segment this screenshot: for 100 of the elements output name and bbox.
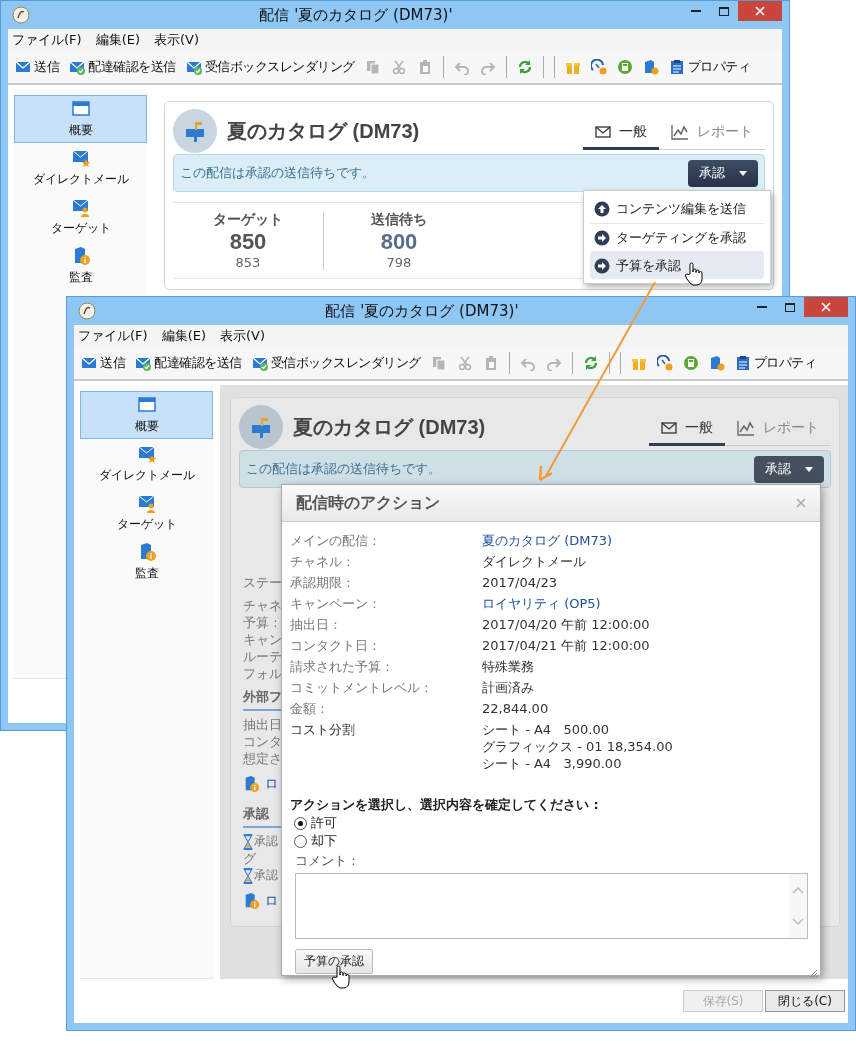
- field-label: 承認期限 :: [290, 574, 352, 591]
- hourglass-icon: [243, 833, 253, 850]
- resize-grip-icon[interactable]: [808, 968, 818, 978]
- envelope-person-icon: [70, 197, 91, 217]
- sidebar-item[interactable]: ターゲット: [80, 489, 213, 537]
- field-value: 2017/04/23: [482, 574, 558, 591]
- document-tag-icon[interactable]: [708, 355, 725, 371]
- approval-item: 承認: [254, 833, 278, 850]
- line-chart-icon: [671, 124, 689, 140]
- sidebar-item[interactable]: ダイレクトメール: [80, 440, 213, 488]
- gauge-plus-icon[interactable]: [656, 355, 673, 371]
- sidebar-item[interactable]: 監査: [14, 242, 147, 290]
- close-icon: [821, 302, 831, 312]
- menu-item[interactable]: コンテンツ編集を送信: [590, 195, 764, 223]
- radio-option[interactable]: 却下: [294, 832, 808, 850]
- hourglass-icon: [243, 867, 253, 884]
- tab[interactable]: 一般: [649, 419, 725, 446]
- field-value: 22,844.00: [482, 700, 550, 717]
- banner-text: この配信は承認の送信待ちです。: [246, 460, 441, 478]
- maximize-icon: [785, 302, 795, 312]
- delivery-title: 夏のカタログ (DM73): [227, 118, 421, 144]
- mailbox-icon: [250, 416, 272, 438]
- sidebar-item[interactable]: ターゲット: [14, 193, 147, 241]
- tab[interactable]: レポート: [659, 123, 765, 150]
- envelope-icon: [595, 126, 611, 138]
- properties-button[interactable]: プロパティ: [665, 58, 753, 76]
- comment-label: コメント :: [295, 852, 357, 870]
- field-label: コスト分割: [290, 721, 356, 739]
- log-link[interactable]: ロ: [265, 775, 278, 793]
- log-link[interactable]: ロ: [265, 892, 278, 910]
- envelope-star-icon: [136, 444, 157, 464]
- inbox-button[interactable]: 受信ボックスレンダリング: [248, 354, 424, 372]
- field-value: 2017/04/21 午前 12:00:00: [482, 637, 651, 654]
- field-link[interactable]: 夏のカタログ (DM73): [482, 532, 808, 549]
- menu-item[interactable]: ファイル(F): [12, 31, 82, 49]
- field-label: 想定さ: [243, 750, 282, 767]
- menu-item[interactable]: 編集(E): [95, 31, 140, 49]
- menu-item[interactable]: 予算を承認: [590, 251, 764, 279]
- field-label: 予算 :: [243, 614, 278, 631]
- sidebar-item[interactable]: 概要: [80, 391, 213, 439]
- sidebar-item[interactable]: ダイレクトメール: [14, 144, 147, 192]
- stat-label: ターゲット: [213, 211, 283, 229]
- confirm-button[interactable]: 予算の承認: [295, 949, 373, 974]
- envelope-person-icon: [136, 493, 157, 513]
- field-label: コンタ: [243, 733, 282, 750]
- proof-button[interactable]: 配達確認を送信: [66, 58, 179, 76]
- radio-option[interactable]: 許可: [294, 814, 808, 832]
- menu-item[interactable]: ファイル(F): [78, 327, 148, 345]
- arrow-right-icon: [594, 229, 610, 246]
- minimize-icon: [757, 306, 767, 308]
- sidebar-item[interactable]: 概要: [14, 95, 147, 143]
- refresh-icon[interactable]: [516, 59, 533, 75]
- comment-field[interactable]: [295, 873, 808, 939]
- send-button[interactable]: 送信: [78, 354, 128, 372]
- stat-subvalue: 798: [386, 255, 412, 270]
- radio-icon[interactable]: [294, 834, 307, 848]
- dialog-title: 配信時のアクション: [296, 492, 440, 514]
- field-value: 特殊業務: [482, 658, 535, 675]
- scroll-up-icon[interactable]: [792, 886, 804, 894]
- close-window-button[interactable]: 閉じる(C): [765, 990, 845, 1012]
- approve-button[interactable]: 承認: [754, 455, 824, 483]
- properties-button[interactable]: プロパティ: [731, 354, 819, 372]
- gauge-plus-icon[interactable]: [590, 59, 607, 75]
- envelope-check-icon: [185, 59, 202, 75]
- document-info-icon: [243, 775, 261, 793]
- window-title: 配信 '夏のカタログ (DM73)': [324, 301, 520, 321]
- window-title: 配信 '夏のカタログ (DM73)': [258, 5, 454, 25]
- field-value: 2017/04/20 午前 12:00:00: [482, 616, 651, 633]
- tab[interactable]: 一般: [583, 123, 659, 150]
- stat-value: 800: [380, 229, 418, 255]
- radio-icon[interactable]: [294, 816, 307, 830]
- clipboard-icon: [668, 59, 685, 75]
- cost-line: グラフィックス - 01 18,354.00: [482, 738, 674, 755]
- field-label: 抽出日 :: [290, 616, 339, 633]
- approval-item: 承認: [254, 867, 278, 884]
- menu-item[interactable]: 編集(E): [161, 327, 206, 345]
- arrow-up-icon: [594, 201, 610, 217]
- approve-button[interactable]: 承認: [688, 159, 758, 187]
- close-icon: [755, 6, 765, 16]
- sidebar-item[interactable]: 監査: [80, 538, 213, 586]
- menu-item[interactable]: 表示(V): [220, 327, 266, 345]
- maximize-icon: [719, 6, 729, 16]
- send-button[interactable]: 送信: [12, 58, 62, 76]
- scroll-down-icon[interactable]: [792, 918, 804, 926]
- cost-line: シート - A4 3,990.00: [482, 755, 623, 772]
- calculator-icon[interactable]: [682, 355, 699, 371]
- field-value: ダイレクトメール: [482, 553, 587, 570]
- field-value: 計画済み: [482, 679, 535, 696]
- proof-button[interactable]: 配達確認を送信: [132, 354, 245, 372]
- envelope-check-icon: [69, 59, 85, 75]
- menu-item[interactable]: 表示(V): [154, 31, 200, 49]
- document-tag-icon[interactable]: [642, 59, 659, 75]
- refresh-icon[interactable]: [582, 355, 599, 371]
- inbox-button[interactable]: 受信ボックスレンダリング: [182, 58, 358, 76]
- calculator-icon[interactable]: [616, 59, 633, 75]
- window-icon: [70, 99, 91, 119]
- field-link[interactable]: ロイヤリティ (OP5): [482, 595, 808, 612]
- clipboard-icon: [734, 355, 751, 371]
- envelope-icon: [661, 422, 677, 434]
- envelope-icon: [15, 59, 31, 75]
